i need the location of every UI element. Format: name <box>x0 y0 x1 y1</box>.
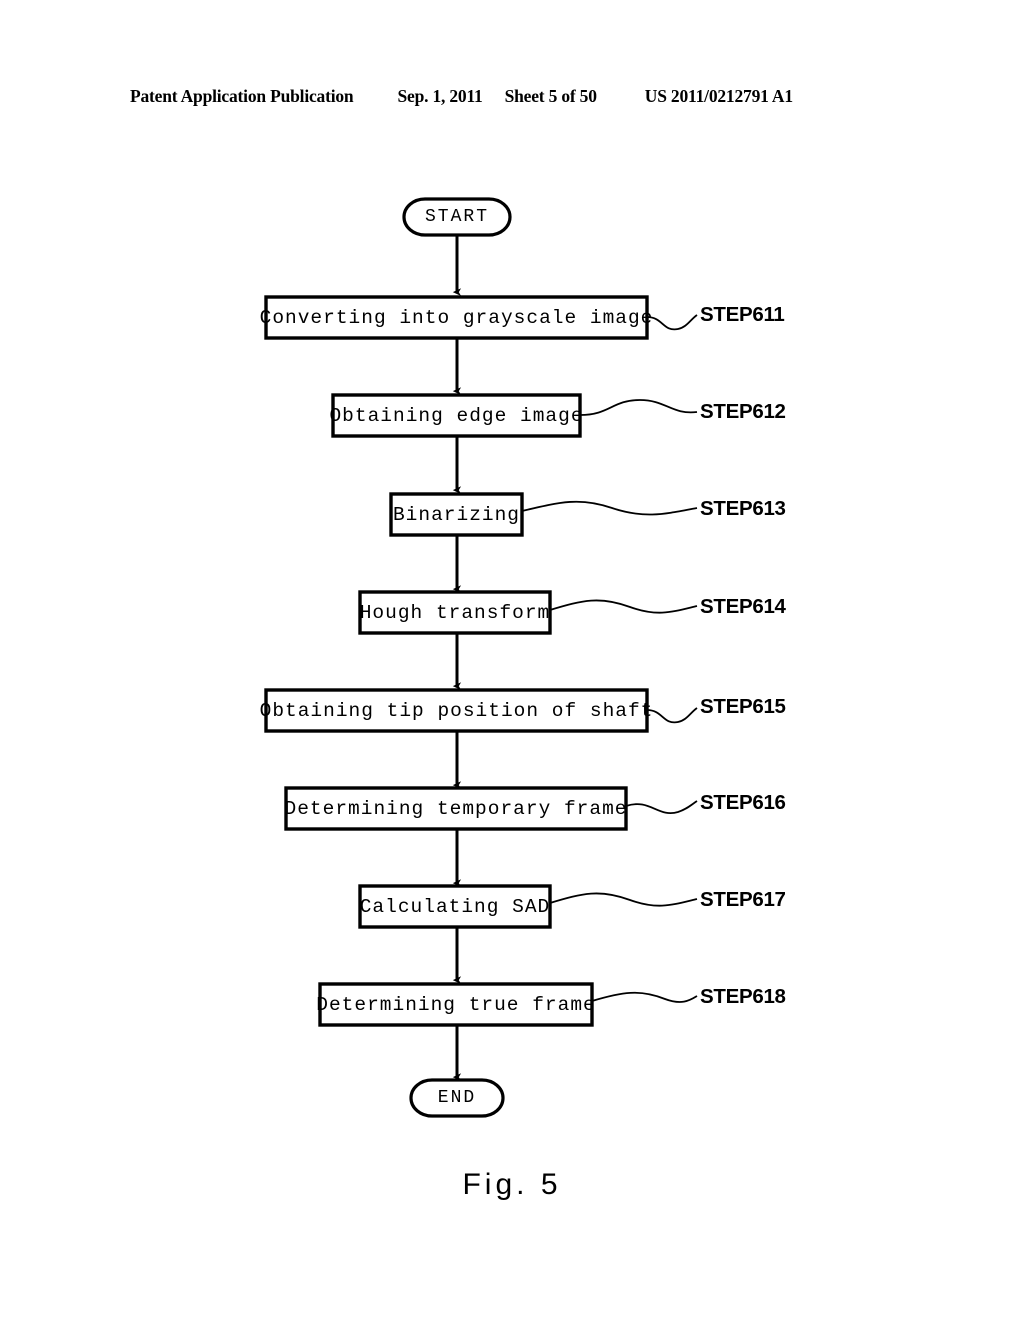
flowchart-canvas <box>264 197 698 1118</box>
process-box-step618 <box>318 982 594 1027</box>
process-box-step616 <box>284 786 628 831</box>
start-terminal-shape <box>402 197 512 237</box>
step-ref-step614: STEP614 <box>700 595 786 618</box>
figure-caption: Fig. 5 <box>462 1168 562 1201</box>
step-ref-step612: STEP612 <box>700 400 786 423</box>
process-box-step617 <box>358 884 552 929</box>
end-terminal-shape <box>409 1078 505 1118</box>
leader-line-step618 <box>591 991 698 1003</box>
step-ref-step617: STEP617 <box>700 888 786 911</box>
step-ref-step613: STEP613 <box>700 497 786 520</box>
leader-line-step613 <box>521 500 698 516</box>
flowchart-diagram: START Converting into grayscale image Ob… <box>0 0 1024 1320</box>
step-ref-step616: STEP616 <box>700 791 786 814</box>
process-box-step612 <box>331 393 582 438</box>
leader-line-step614 <box>549 599 698 614</box>
process-box-step614 <box>358 590 552 635</box>
leader-line-step615 <box>646 707 698 724</box>
leader-line-step611 <box>646 314 698 331</box>
step-ref-step611: STEP611 <box>700 303 785 326</box>
step-ref-step615: STEP615 <box>700 695 786 718</box>
step-ref-step618: STEP618 <box>700 985 786 1008</box>
process-box-step611 <box>264 295 649 340</box>
process-box-step615 <box>264 688 649 733</box>
leader-line-step616 <box>625 800 698 815</box>
process-box-step613 <box>389 492 524 537</box>
leader-line-step612 <box>579 399 698 416</box>
leader-line-step617 <box>549 892 698 907</box>
